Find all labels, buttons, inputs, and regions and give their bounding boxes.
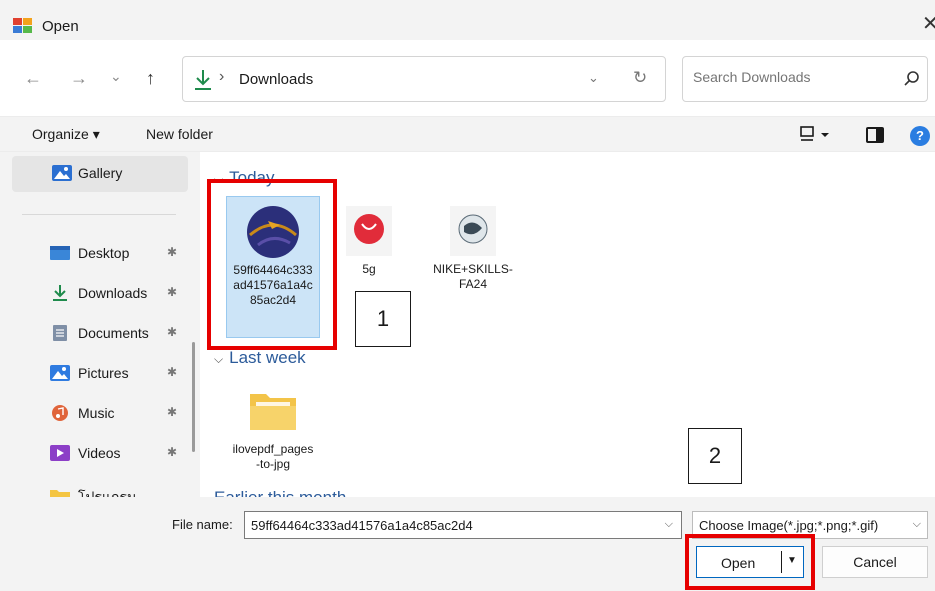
help-icon[interactable]: ? — [910, 126, 930, 146]
sidebar-item-pictures[interactable]: Pictures ✱ — [12, 356, 188, 392]
file-name-label: File name: — [172, 517, 233, 532]
pin-icon[interactable]: ✱ — [167, 365, 177, 379]
pin-icon[interactable]: ✱ — [167, 405, 177, 419]
downloads-icon — [195, 70, 211, 90]
sidebar-item-label: Music — [78, 405, 115, 421]
sidebar-item-videos[interactable]: Videos ✱ — [12, 436, 188, 472]
sidebar-item-downloads[interactable]: Downloads ✱ — [12, 276, 188, 312]
folder-icon — [246, 384, 300, 438]
videos-icon — [50, 445, 70, 461]
downloads-icon — [53, 285, 67, 301]
folder-icon — [50, 490, 70, 497]
new-folder-button[interactable]: New folder — [146, 126, 213, 142]
music-icon — [52, 405, 68, 421]
chevron-down-icon[interactable]: ⌵ — [913, 518, 921, 531]
gallery-icon — [52, 165, 72, 181]
address-dropdown-icon[interactable]: ⌄ — [588, 70, 599, 86]
sidebar-item-label: Pictures — [78, 365, 129, 381]
pin-icon[interactable]: ✱ — [167, 285, 177, 299]
file-name-input[interactable]: 59ff64464c333ad41576a1a4c85ac2d4 ⌵ — [244, 511, 682, 539]
sidebar-item-music[interactable]: Music ✱ — [12, 396, 188, 432]
file-type-select[interactable]: Choose Image(*.jpg;*.png;*.gif) ⌵ — [692, 511, 928, 539]
sidebar-item-label: Downloads — [78, 285, 148, 301]
sidebar-item-label: Videos — [78, 445, 121, 461]
preview-pane-icon[interactable] — [866, 127, 884, 143]
dropdown-arrow-icon[interactable]: ▼ — [787, 555, 797, 566]
group-header-today[interactable]: ⌵ Today — [214, 168, 274, 188]
file-name: NIKE+SKILLS-FA24 — [433, 262, 513, 291]
back-arrow-icon[interactable]: ← — [24, 68, 42, 88]
breadcrumb-downloads[interactable]: Downloads — [239, 71, 313, 88]
sidebar-item-label: Desktop — [78, 245, 130, 261]
sidebar-item-label: Documents — [78, 325, 149, 341]
pictures-icon — [50, 365, 70, 381]
window-title: Open — [42, 18, 79, 35]
navigation-bar: ← → ⌄ ↑ › Downloads ⌄ ↻ — [0, 56, 935, 104]
file-type-value: Choose Image(*.jpg;*.png;*.gif) — [699, 518, 879, 533]
pin-icon[interactable]: ✱ — [167, 325, 177, 339]
group-header-earlier[interactable]: Earlier this month — [214, 488, 346, 497]
file-name-value: 59ff64464c333ad41576a1a4c85ac2d4 — [251, 518, 473, 533]
up-arrow-icon[interactable]: ↑ — [146, 68, 155, 88]
group-header-last-week[interactable]: ⌵ Last week — [214, 348, 306, 368]
file-item-5g[interactable]: 5g — [322, 196, 416, 296]
forward-arrow-icon[interactable]: → — [70, 68, 88, 88]
file-item-59ff64464c[interactable]: 59ff64464c333ad41576a1a4c85ac2d4 — [226, 196, 320, 338]
sidebar-item-gallery[interactable]: Gallery — [12, 156, 188, 192]
annotation-marker-1: 1 — [355, 291, 411, 347]
open-button[interactable]: Open ▼ — [696, 546, 804, 578]
desktop-icon — [50, 246, 70, 260]
image-thumbnail — [342, 204, 396, 258]
chevron-down-icon[interactable]: ⌵ — [665, 518, 673, 531]
refresh-icon[interactable]: ↻ — [633, 68, 647, 88]
organize-button[interactable]: Organize ▾ — [32, 126, 100, 143]
split-divider — [781, 551, 782, 573]
collapse-chevron-icon: ⌵ — [214, 172, 224, 186]
navigation-pane: Gallery Desktop ✱ Downloads ✱ Documents … — [0, 152, 200, 497]
sidebar-item-documents[interactable]: Documents ✱ — [12, 316, 188, 352]
pin-icon[interactable]: ✱ — [167, 445, 177, 459]
file-name: 59ff64464c333ad41576a1a4c85ac2d4 — [233, 263, 313, 307]
address-bar[interactable]: › Downloads ⌄ ↻ — [182, 56, 666, 102]
image-thumbnail — [446, 204, 500, 258]
app-icon — [13, 18, 33, 34]
sidebar-item-programs[interactable]: โปรแกรม — [12, 478, 188, 497]
sidebar-item-label: Gallery — [78, 165, 123, 181]
sidebar-item-desktop[interactable]: Desktop ✱ — [12, 236, 188, 272]
file-list: ⌵ Today 59ff64464c333ad41576a1a4c85ac2d4 … — [200, 152, 935, 497]
collapse-chevron-icon: ⌵ — [214, 352, 224, 366]
annotation-marker-2: 2 — [688, 428, 742, 484]
command-bar: Organize ▾ New folder ? — [0, 116, 935, 152]
search-box[interactable] — [682, 56, 928, 102]
close-icon[interactable]: ✕ — [922, 14, 935, 34]
breadcrumb-separator: › — [219, 68, 225, 85]
file-item-nike-skills[interactable]: NIKE+SKILLS-FA24 — [426, 196, 520, 306]
file-item-ilovepdf[interactable]: ilovepdf_pages-to-jpg — [226, 376, 320, 486]
sidebar-item-label: โปรแกรม — [78, 489, 137, 497]
cancel-button[interactable]: Cancel — [822, 546, 928, 578]
sidebar-scrollbar[interactable] — [192, 342, 195, 452]
pin-icon[interactable]: ✱ — [167, 245, 177, 259]
view-options-icon[interactable] — [800, 126, 830, 144]
title-bar: Open ✕ — [0, 0, 935, 40]
file-name: 5g — [362, 262, 376, 276]
image-thumbnail — [246, 205, 300, 259]
recent-locations-chevron-icon[interactable]: ⌄ — [110, 66, 122, 86]
documents-icon — [53, 325, 67, 341]
sidebar-divider — [22, 214, 176, 215]
file-name: ilovepdf_pages-to-jpg — [232, 442, 314, 471]
search-input[interactable] — [693, 69, 883, 85]
open-button-label: Open — [721, 555, 756, 571]
dialog-footer: File name: 59ff64464c333ad41576a1a4c85ac… — [0, 497, 935, 591]
search-icon[interactable] — [903, 70, 921, 88]
